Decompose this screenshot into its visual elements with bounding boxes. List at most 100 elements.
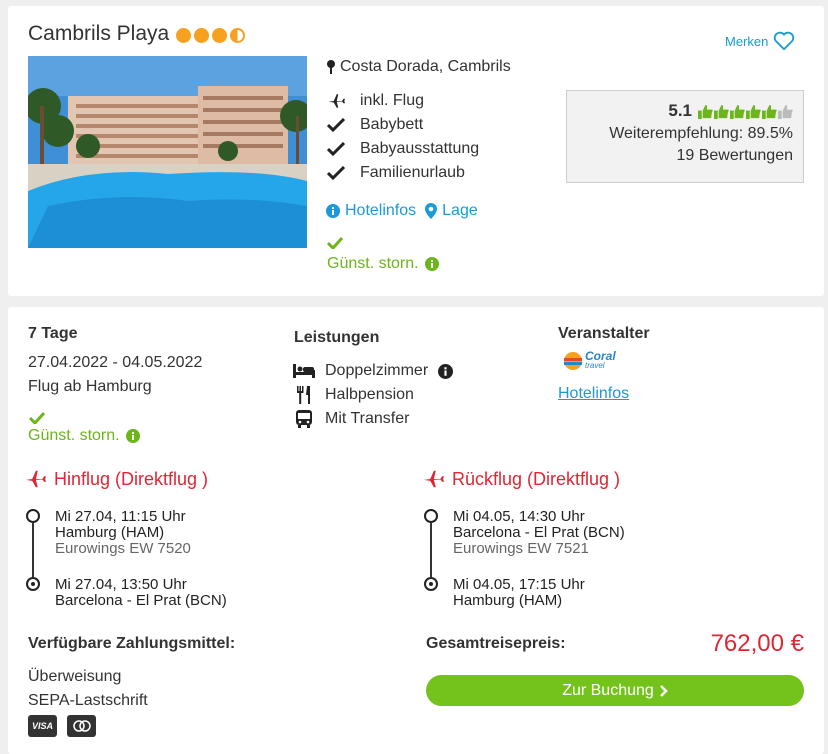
operator-hotelinfos-link[interactable]: Hotelinfos xyxy=(558,385,629,403)
merken-button[interactable]: Merken xyxy=(725,31,795,51)
outbound-departure: Mi 27.04, 11:15 Uhr Hamburg (HAM) Eurowi… xyxy=(55,509,191,557)
arrival-airport: Barcelona - El Prat (BCN) xyxy=(55,592,227,609)
operator-logo-text: Coral xyxy=(585,349,616,363)
info-icon xyxy=(424,257,439,271)
operator-logo: Coral travel xyxy=(564,349,616,370)
departure-time: Mi 04.05, 14:30 Uhr xyxy=(453,508,585,525)
departure-time: Mi 27.04, 11:15 Uhr xyxy=(55,508,186,525)
service-label: Mit Transfer xyxy=(325,410,410,427)
outbound-heading: Hinflug (Direktflug ) xyxy=(24,468,208,490)
plane-icon xyxy=(423,470,444,488)
star-icon xyxy=(176,28,191,43)
hotel-image[interactable] xyxy=(28,56,307,248)
book-button[interactable]: Zur Buchung xyxy=(426,675,804,706)
flight-number: Eurowings EW 7521 xyxy=(453,540,589,557)
thumbs-up-empty-icon xyxy=(778,104,793,119)
payment-heading: Verfügbare Zahlungsmittel: xyxy=(28,635,236,652)
storno-label: Günst. storn. xyxy=(327,255,419,272)
offer-storno-info[interactable]: Günst. storn. xyxy=(28,427,140,445)
rating-thumbs xyxy=(698,104,793,119)
services-heading: Leistungen xyxy=(294,329,380,346)
offer-card: 7 Tage 27.04.2022 - 04.05.2022 Flug ab H… xyxy=(8,307,824,754)
timeline-end-node xyxy=(424,577,438,591)
operator-heading: Veranstalter xyxy=(558,325,650,342)
feature-familienurlaub: Familienurlaub xyxy=(326,164,465,182)
timeline-end-node xyxy=(26,577,40,591)
return-title: Rückflug (Direktflug ) xyxy=(452,468,621,489)
return-departure: Mi 04.05, 14:30 Uhr Barcelona - El Prat … xyxy=(453,509,625,557)
timeline-line xyxy=(32,523,34,577)
feature-label: Familienurlaub xyxy=(360,164,465,181)
checkmark-icon xyxy=(327,166,345,180)
star-icon xyxy=(194,28,209,43)
payment-method: SEPA-Lastschrift xyxy=(28,692,148,709)
service-label: Halbpension xyxy=(325,386,414,403)
hotelinfos-link[interactable]: Hotelinfos xyxy=(326,202,416,220)
offer-duration: 7 Tage xyxy=(28,325,78,342)
checkmark-icon xyxy=(327,142,345,156)
thumbs-up-icon xyxy=(730,104,745,119)
timeline-start-node xyxy=(26,509,40,523)
arrival-time: Mi 04.05, 17:15 Uhr xyxy=(453,576,585,593)
info-icon[interactable] xyxy=(438,363,454,379)
hotel-stars xyxy=(176,28,245,43)
chevron-right-icon xyxy=(659,684,668,697)
timeline-line xyxy=(430,523,432,577)
hotel-location: Costa Dorada, Cambrils xyxy=(326,58,511,76)
return-arrival: Mi 04.05, 17:15 Uhr Hamburg (HAM) xyxy=(453,577,585,609)
pin-icon xyxy=(327,60,335,74)
thumbs-up-icon xyxy=(698,104,713,119)
star-icon xyxy=(212,28,227,43)
checkmark-icon xyxy=(327,118,345,132)
return-heading: Rückflug (Direktflug ) xyxy=(422,468,620,490)
mastercard-icon xyxy=(67,715,96,737)
merken-label: Merken xyxy=(725,33,769,49)
feature-label: inkl. Flug xyxy=(360,92,425,109)
hotel-links: Hotelinfos Lage xyxy=(326,202,478,220)
storno-label: Günst. storn. xyxy=(28,427,120,444)
feature-babybett: Babybett xyxy=(326,116,423,134)
half-star-icon xyxy=(230,28,245,43)
feature-label: Babyausstattung xyxy=(360,140,480,157)
thumbs-up-icon xyxy=(746,104,761,119)
payment-method: Überweisung xyxy=(28,668,122,685)
heart-icon xyxy=(774,31,795,51)
payment-card-icons: VISA xyxy=(28,715,96,737)
feature-label: Babybett xyxy=(360,116,424,133)
feature-babyausstattung: Babyausstattung xyxy=(326,140,479,158)
location-text: Costa Dorada, Cambrils xyxy=(340,58,511,75)
arrival-airport: Hamburg (HAM) xyxy=(453,592,563,609)
service-board: Halbpension xyxy=(293,386,414,404)
flight-number: Eurowings EW 7520 xyxy=(55,540,191,557)
hotel-name[interactable]: Cambrils Playa xyxy=(28,22,169,46)
departure-airport: Hamburg (HAM) xyxy=(55,524,165,541)
operator-logo-subtext: travel xyxy=(585,361,605,370)
arrival-time: Mi 27.04, 13:50 Uhr xyxy=(55,576,187,593)
coral-logo-icon xyxy=(564,352,582,370)
lage-link[interactable]: Lage xyxy=(425,202,478,220)
plane-icon xyxy=(25,470,46,488)
timeline-start-node xyxy=(424,509,438,523)
total-price: 762,00 € xyxy=(710,630,804,657)
thumbs-up-icon xyxy=(762,104,777,119)
service-transfer: Mit Transfer xyxy=(293,410,409,428)
thumbs-up-icon xyxy=(714,104,729,119)
bed-icon xyxy=(293,364,315,378)
cutlery-icon xyxy=(297,386,310,404)
info-icon xyxy=(125,429,140,443)
hotel-card: Cambrils Playa Merken Costa Dorada, Camb… xyxy=(8,6,824,296)
offer-dates: 27.04.2022 - 04.05.2022 xyxy=(28,354,203,371)
departure-airport: Barcelona - El Prat (BCN) xyxy=(453,524,625,541)
total-label: Gesamtreisepreis: xyxy=(426,635,566,652)
offer-departure: Flug ab Hamburg xyxy=(28,378,152,395)
lage-label: Lage xyxy=(442,202,478,219)
storno-check-icon xyxy=(326,236,344,254)
recommendation-rate: Weiterempfehlung: 89.5% xyxy=(609,125,793,142)
service-label: Doppelzimmer xyxy=(325,362,429,379)
rating-box[interactable]: 5.1 Weiterempfehlung: 89.5% 19 Bewertung… xyxy=(566,90,804,183)
storno-info[interactable]: Günst. storn. xyxy=(327,255,439,273)
outbound-arrival: Mi 27.04, 13:50 Uhr Barcelona - El Prat … xyxy=(55,577,227,609)
visa-icon: VISA xyxy=(28,715,57,737)
feature-flight: inkl. Flug xyxy=(326,92,424,110)
info-icon xyxy=(326,204,340,218)
